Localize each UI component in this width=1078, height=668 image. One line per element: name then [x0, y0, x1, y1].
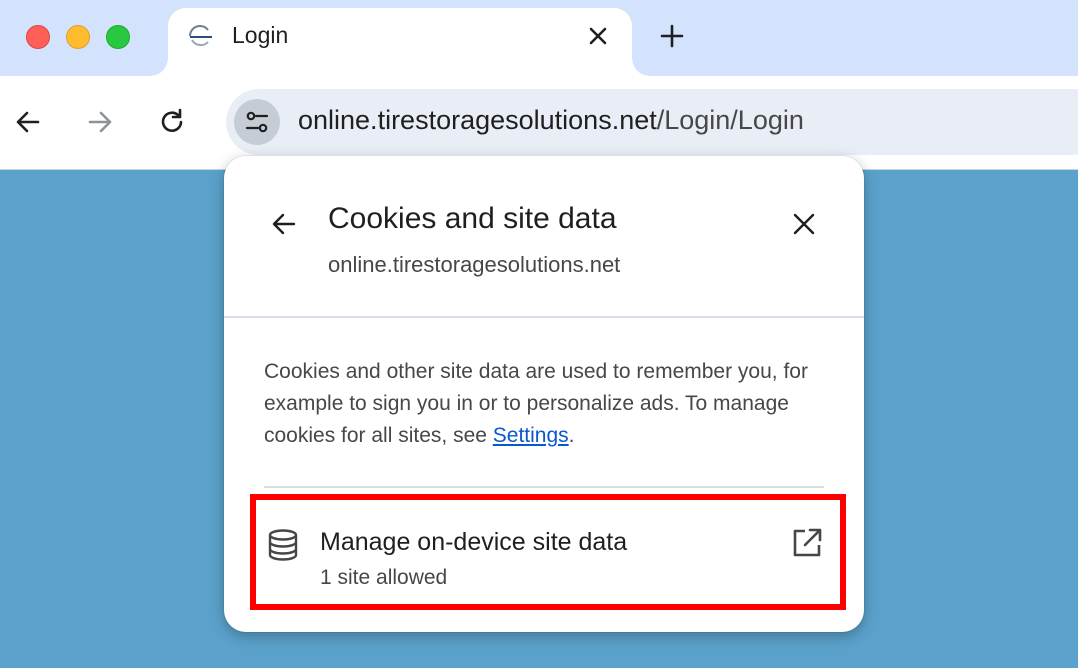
arrow-left-icon[interactable]: [12, 106, 44, 138]
settings-link[interactable]: Settings: [493, 424, 569, 447]
reload-icon[interactable]: [156, 106, 188, 138]
window-minimize-button[interactable]: [66, 25, 90, 49]
close-icon[interactable]: [586, 24, 610, 48]
url-text: online.tirestoragesolutions.net/Login/Lo…: [298, 105, 804, 136]
plus-icon[interactable]: [658, 22, 686, 50]
tab-login[interactable]: Login: [168, 8, 632, 76]
divider: [264, 486, 824, 488]
open-in-new-icon[interactable]: [790, 526, 824, 560]
arrow-left-icon[interactable]: [268, 208, 300, 240]
site-info-button[interactable]: [234, 99, 280, 145]
popup-description: Cookies and other site data are used to …: [264, 356, 824, 452]
popup-title: Cookies and site data: [328, 202, 617, 235]
tab-strip: Login: [0, 0, 1078, 76]
tune-icon: [245, 111, 269, 133]
window-close-button[interactable]: [26, 25, 50, 49]
site-favicon-icon: [189, 25, 212, 47]
manage-subtitle: 1 site allowed: [320, 566, 448, 589]
window-zoom-button[interactable]: [106, 25, 130, 49]
manage-title: Manage on-device site data: [320, 528, 628, 556]
description-end: .: [568, 424, 575, 447]
url-host: online.tirestoragesolutions.net: [298, 105, 657, 135]
popup-domain: online.tirestoragesolutions.net: [328, 252, 621, 277]
cookies-popup: Cookies and site data online.tirestorage…: [224, 156, 864, 632]
database-icon: [268, 529, 298, 561]
arrow-right-icon[interactable]: [84, 106, 116, 138]
tab-title: Login: [232, 22, 289, 48]
close-icon[interactable]: [790, 210, 818, 238]
divider: [224, 316, 864, 318]
url-path: /Login/Login: [656, 105, 804, 135]
address-bar[interactable]: online.tirestoragesolutions.net/Login/Lo…: [226, 89, 1078, 155]
